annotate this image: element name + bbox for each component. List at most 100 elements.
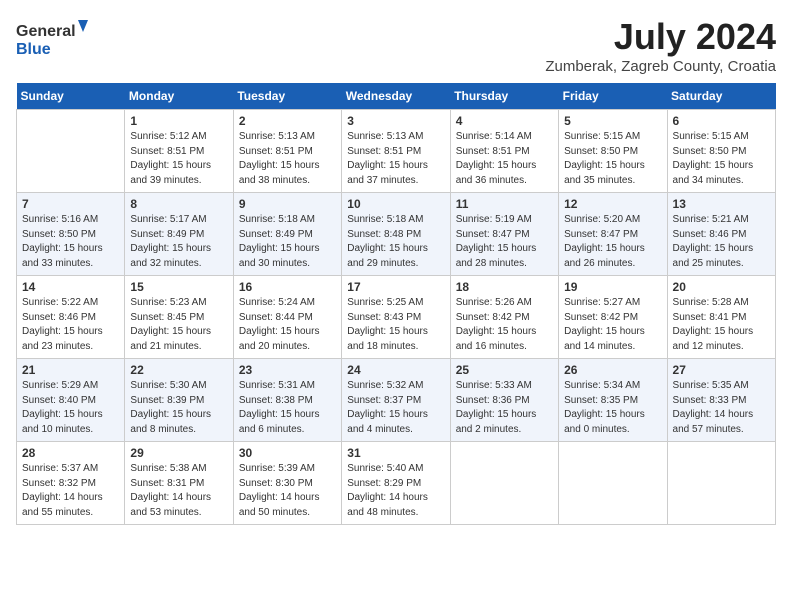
calendar-cell: 13 Sunrise: 5:21 AMSunset: 8:46 PMDayligh… — [667, 193, 775, 276]
day-number: 6 — [673, 114, 770, 128]
day-info: Sunrise: 5:14 AMSunset: 8:51 PMDaylight:… — [456, 130, 553, 188]
day-number: 25 — [456, 363, 553, 377]
calendar-cell: 22Sunrise: 5:30 AMSunset: 8:39 PMDayligh… — [125, 359, 233, 442]
calendar-cell — [667, 442, 775, 525]
calendar-cell: 10 Sunrise: 5:18 AMSunset: 8:48 PMDayligh… — [342, 193, 450, 276]
day-info: Sunrise: 5:31 AMSunset: 8:38 PMDaylight:… — [239, 379, 336, 437]
calendar-cell — [450, 442, 558, 525]
day-number: 29 — [130, 446, 227, 460]
month-title: July 2024 — [545, 16, 776, 58]
day-number: 1 — [130, 114, 227, 128]
calendar-week-row: 1 Sunrise: 5:12 AMSunset: 8:51 PMDaylight… — [17, 110, 776, 193]
calendar-cell: 25Sunrise: 5:33 AMSunset: 8:36 PMDayligh… — [450, 359, 558, 442]
day-number: 3 — [347, 114, 444, 128]
day-number: 15 — [130, 280, 227, 294]
day-number: 2 — [239, 114, 336, 128]
day-number: 14 — [22, 280, 119, 294]
day-info: Sunrise: 5:39 AMSunset: 8:30 PMDaylight:… — [239, 462, 336, 520]
day-info: Sunrise: 5:17 AMSunset: 8:49 PMDaylight:… — [130, 213, 227, 271]
day-number: 4 — [456, 114, 553, 128]
logo-svg: GeneralBlue — [16, 16, 96, 61]
calendar-cell: 8 Sunrise: 5:17 AMSunset: 8:49 PMDaylight… — [125, 193, 233, 276]
calendar-cell: 29 Sunrise: 5:38 AMSunset: 8:31 PMDayligh… — [125, 442, 233, 525]
day-number: 30 — [239, 446, 336, 460]
calendar-cell: 17Sunrise: 5:25 AMSunset: 8:43 PMDayligh… — [342, 276, 450, 359]
day-info: Sunrise: 5:30 AMSunset: 8:39 PMDaylight:… — [130, 379, 227, 437]
day-info: Sunrise: 5:29 AMSunset: 8:40 PMDaylight:… — [22, 379, 119, 437]
day-info: Sunrise: 5:18 AMSunset: 8:49 PMDaylight:… — [239, 213, 336, 271]
day-info: Sunrise: 5:23 AMSunset: 8:45 PMDaylight:… — [130, 296, 227, 354]
day-number: 10 — [347, 197, 444, 211]
day-number: 21 — [22, 363, 119, 377]
weekday-header: Thursday — [450, 83, 558, 110]
day-number: 11 — [456, 197, 553, 211]
day-info: Sunrise: 5:22 AMSunset: 8:46 PMDaylight:… — [22, 296, 119, 354]
weekday-header: Saturday — [667, 83, 775, 110]
calendar-cell: 16 Sunrise: 5:24 AMSunset: 8:44 PMDayligh… — [233, 276, 341, 359]
calendar-cell: 26 Sunrise: 5:34 AMSunset: 8:35 PMDayligh… — [559, 359, 667, 442]
calendar-cell — [17, 110, 125, 193]
day-info: Sunrise: 5:19 AMSunset: 8:47 PMDaylight:… — [456, 213, 553, 271]
day-number: 27 — [673, 363, 770, 377]
calendar-cell: 2Sunrise: 5:13 AMSunset: 8:51 PMDaylight… — [233, 110, 341, 193]
day-info: Sunrise: 5:18 AMSunset: 8:48 PMDaylight:… — [347, 213, 444, 271]
day-info: Sunrise: 5:13 AMSunset: 8:51 PMDaylight:… — [347, 130, 444, 188]
header-row: SundayMondayTuesdayWednesdayThursdayFrid… — [17, 83, 776, 110]
calendar-cell: 27 Sunrise: 5:35 AMSunset: 8:33 PMDayligh… — [667, 359, 775, 442]
calendar-cell: 6 Sunrise: 5:15 AMSunset: 8:50 PMDaylight… — [667, 110, 775, 193]
calendar-cell: 14 Sunrise: 5:22 AMSunset: 8:46 PMDayligh… — [17, 276, 125, 359]
day-number: 16 — [239, 280, 336, 294]
svg-text:General: General — [16, 23, 76, 40]
calendar-cell: 30 Sunrise: 5:39 AMSunset: 8:30 PMDayligh… — [233, 442, 341, 525]
day-number: 18 — [456, 280, 553, 294]
calendar-cell: 19 Sunrise: 5:27 AMSunset: 8:42 PMDayligh… — [559, 276, 667, 359]
day-number: 5 — [564, 114, 661, 128]
day-info: Sunrise: 5:26 AMSunset: 8:42 PMDaylight:… — [456, 296, 553, 354]
day-number: 12 — [564, 197, 661, 211]
day-info: Sunrise: 5:38 AMSunset: 8:31 PMDaylight:… — [130, 462, 227, 520]
calendar-cell — [559, 442, 667, 525]
day-info: Sunrise: 5:24 AMSunset: 8:44 PMDaylight:… — [239, 296, 336, 354]
calendar-cell: 5 Sunrise: 5:15 AMSunset: 8:50 PMDaylight… — [559, 110, 667, 193]
title-block: July 2024 Zumberak, Zagreb County, Croat… — [545, 16, 776, 75]
day-info: Sunrise: 5:32 AMSunset: 8:37 PMDaylight:… — [347, 379, 444, 437]
day-number: 7 — [22, 197, 119, 211]
day-number: 20 — [673, 280, 770, 294]
day-info: Sunrise: 5:15 AMSunset: 8:50 PMDaylight:… — [564, 130, 661, 188]
day-info: Sunrise: 5:37 AMSunset: 8:32 PMDaylight:… — [22, 462, 119, 520]
page-header: GeneralBlue July 2024 Zumberak, Zagreb C… — [16, 16, 776, 75]
day-number: 13 — [673, 197, 770, 211]
day-number: 26 — [564, 363, 661, 377]
day-info: Sunrise: 5:21 AMSunset: 8:46 PMDaylight:… — [673, 213, 770, 271]
calendar-cell: 7 Sunrise: 5:16 AMSunset: 8:50 PMDaylight… — [17, 193, 125, 276]
day-info: Sunrise: 5:34 AMSunset: 8:35 PMDaylight:… — [564, 379, 661, 437]
calendar-cell: 23 Sunrise: 5:31 AMSunset: 8:38 PMDayligh… — [233, 359, 341, 442]
calendar-cell: 11 Sunrise: 5:19 AMSunset: 8:47 PMDayligh… — [450, 193, 558, 276]
weekday-header: Sunday — [17, 83, 125, 110]
calendar-cell: 24Sunrise: 5:32 AMSunset: 8:37 PMDayligh… — [342, 359, 450, 442]
day-info: Sunrise: 5:12 AMSunset: 8:51 PMDaylight:… — [130, 130, 227, 188]
day-info: Sunrise: 5:20 AMSunset: 8:47 PMDaylight:… — [564, 213, 661, 271]
logo: GeneralBlue — [16, 16, 96, 61]
calendar-cell: 3 Sunrise: 5:13 AMSunset: 8:51 PMDaylight… — [342, 110, 450, 193]
day-number: 9 — [239, 197, 336, 211]
calendar-cell: 21 Sunrise: 5:29 AMSunset: 8:40 PMDayligh… — [17, 359, 125, 442]
calendar-table: SundayMondayTuesdayWednesdayThursdayFrid… — [16, 83, 776, 525]
calendar-week-row: 21 Sunrise: 5:29 AMSunset: 8:40 PMDayligh… — [17, 359, 776, 442]
day-info: Sunrise: 5:27 AMSunset: 8:42 PMDaylight:… — [564, 296, 661, 354]
day-info: Sunrise: 5:16 AMSunset: 8:50 PMDaylight:… — [22, 213, 119, 271]
day-info: Sunrise: 5:15 AMSunset: 8:50 PMDaylight:… — [673, 130, 770, 188]
day-number: 28 — [22, 446, 119, 460]
calendar-week-row: 7 Sunrise: 5:16 AMSunset: 8:50 PMDaylight… — [17, 193, 776, 276]
day-info: Sunrise: 5:40 AMSunset: 8:29 PMDaylight:… — [347, 462, 444, 520]
day-info: Sunrise: 5:35 AMSunset: 8:33 PMDaylight:… — [673, 379, 770, 437]
day-number: 31 — [347, 446, 444, 460]
day-number: 23 — [239, 363, 336, 377]
day-number: 17 — [347, 280, 444, 294]
weekday-header: Wednesday — [342, 83, 450, 110]
day-info: Sunrise: 5:28 AMSunset: 8:41 PMDaylight:… — [673, 296, 770, 354]
calendar-cell: 20 Sunrise: 5:28 AMSunset: 8:41 PMDayligh… — [667, 276, 775, 359]
day-number: 19 — [564, 280, 661, 294]
day-number: 8 — [130, 197, 227, 211]
weekday-header: Monday — [125, 83, 233, 110]
